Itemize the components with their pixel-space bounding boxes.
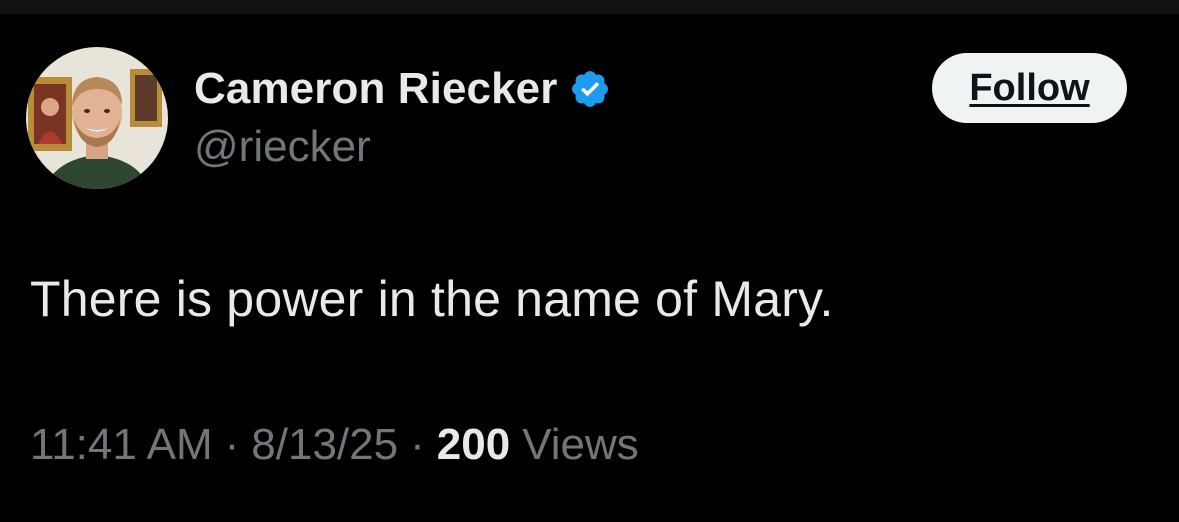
name-row: Cameron Riecker: [194, 62, 611, 116]
tweet-date[interactable]: 8/13/25: [251, 420, 398, 470]
display-name[interactable]: Cameron Riecker: [194, 64, 557, 114]
views-count[interactable]: 200: [437, 420, 510, 470]
tweet-time[interactable]: 11:41 AM: [30, 420, 213, 470]
tweet-meta: 11:41 AM · 8/13/25 · 200 Views: [30, 420, 639, 470]
views-label[interactable]: Views: [522, 420, 639, 470]
top-divider: [0, 0, 1179, 14]
meta-separator: ·: [410, 420, 425, 469]
user-info: Cameron Riecker @riecker: [194, 62, 611, 172]
avatar[interactable]: [26, 47, 168, 189]
user-handle[interactable]: @riecker: [194, 122, 611, 172]
follow-button[interactable]: Follow: [932, 53, 1127, 123]
meta-separator: ·: [224, 420, 240, 469]
profile-photo: [26, 47, 168, 189]
tweet-text: There is power in the name of Mary.: [30, 271, 834, 327]
verified-badge-icon[interactable]: [569, 68, 611, 110]
